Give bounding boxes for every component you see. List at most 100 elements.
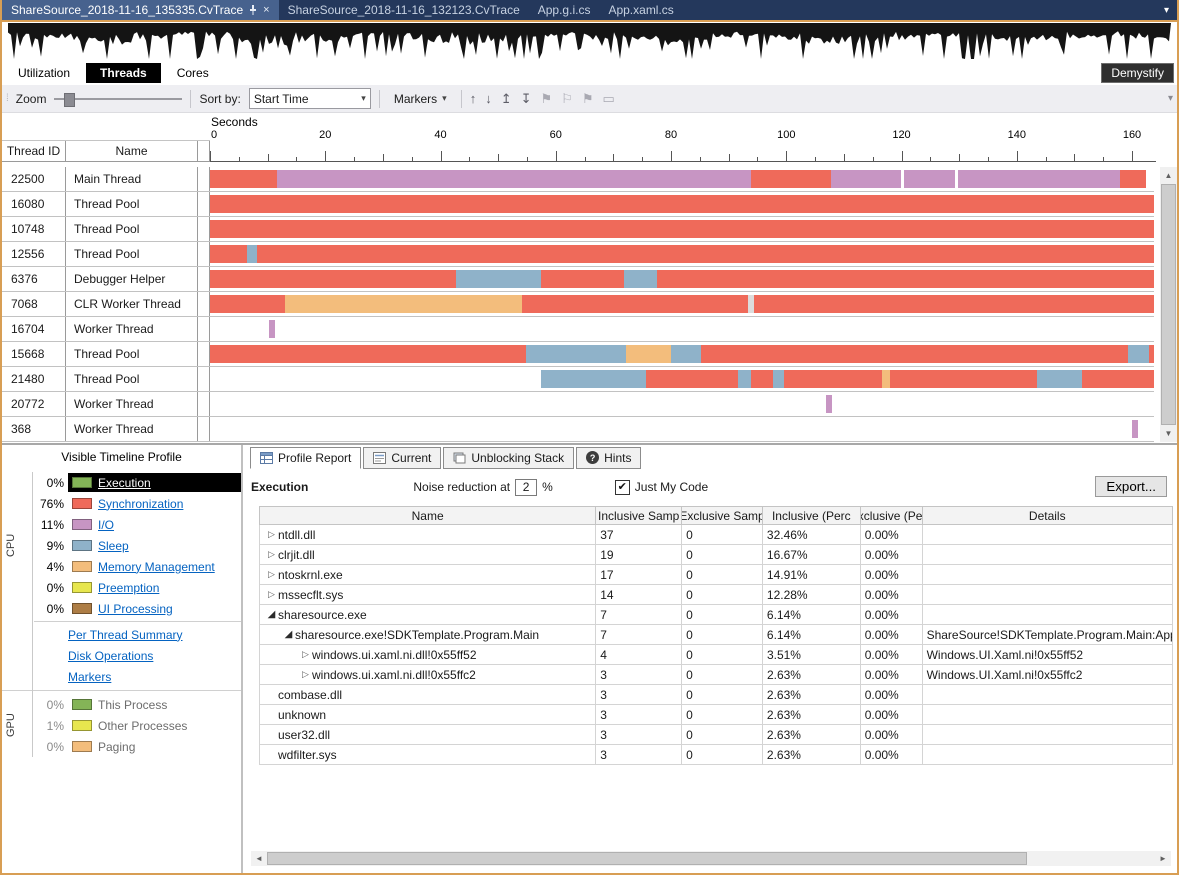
- legend-row-preemption[interactable]: 0%Preemption: [2, 577, 241, 598]
- legend-label[interactable]: Memory Management: [98, 560, 215, 574]
- legend-label[interactable]: I/O: [98, 518, 114, 532]
- noise-reduction-input[interactable]: 2: [515, 479, 537, 496]
- grid-column-header[interactable]: Details: [923, 507, 1172, 524]
- thread-id-cell[interactable]: 10748: [2, 217, 66, 241]
- markers-dropdown[interactable]: Markers ▾: [388, 90, 453, 108]
- sort-by-select[interactable]: Start Time ▾: [249, 88, 371, 109]
- horizontal-scrollbar-thumb[interactable]: [267, 852, 1027, 865]
- grid-row[interactable]: ◢sharesource.exe706.14%0.00%: [259, 605, 1173, 625]
- legend-row-synchronization[interactable]: 76%Synchronization: [2, 493, 241, 514]
- flag-end-icon[interactable]: ⚐: [561, 91, 573, 107]
- vertical-scrollbar-thumb[interactable]: [1161, 184, 1176, 425]
- ruler-icon[interactable]: ▭: [602, 91, 614, 107]
- thread-id-cell[interactable]: 21480: [2, 367, 66, 391]
- collapse-icon[interactable]: ◢: [282, 629, 295, 640]
- move-to-top-icon[interactable]: ↥: [501, 91, 512, 107]
- view-tab-cores[interactable]: Cores: [163, 63, 223, 83]
- legend-row-ui-processing[interactable]: 0%UI Processing: [2, 598, 241, 619]
- thread-track[interactable]: [210, 192, 1154, 216]
- legend-label[interactable]: Execution: [98, 476, 151, 490]
- timeline-segment-sleep[interactable]: [671, 345, 701, 363]
- timeline-segment-sleep[interactable]: [526, 345, 626, 363]
- thread-id-column-header[interactable]: Thread ID: [2, 141, 66, 161]
- grid-row[interactable]: ▷windows.ui.xaml.ni.dll!0x55ff52403.51%0…: [259, 645, 1173, 665]
- link-label[interactable]: Disk Operations: [68, 649, 153, 663]
- thread-track[interactable]: [210, 292, 1154, 316]
- legend-row-main[interactable]: Preemption: [68, 578, 241, 597]
- timeline-segment-sleep[interactable]: [1037, 370, 1082, 388]
- thread-name-cell[interactable]: Thread Pool: [66, 367, 198, 391]
- grid-horizontal-scrollbar[interactable]: ◄ ►: [251, 851, 1171, 866]
- thread-id-cell[interactable]: 22500: [2, 167, 66, 191]
- timeline-segment-io[interactable]: [904, 170, 955, 188]
- grid-name-cell[interactable]: wdfilter.sys: [260, 745, 596, 764]
- grid-name-cell[interactable]: ◢sharesource.exe: [260, 605, 596, 624]
- timeline-segment-synchronization[interactable]: [522, 295, 749, 313]
- thread-name-cell[interactable]: Worker Thread: [66, 417, 198, 441]
- legend-row-execution[interactable]: 0%Execution: [2, 472, 241, 493]
- legend-row-main[interactable]: Execution: [68, 473, 241, 492]
- timeline-segment-synchronization[interactable]: [751, 370, 773, 388]
- thread-name-cell[interactable]: Thread Pool: [66, 192, 198, 216]
- timeline-segment-memory[interactable]: [285, 295, 522, 313]
- move-up-icon[interactable]: ↑: [470, 91, 477, 106]
- move-to-bottom-icon[interactable]: ↧: [521, 91, 532, 107]
- thread-id-cell[interactable]: 16080: [2, 192, 66, 216]
- timeline-segment-synchronization[interactable]: [1149, 345, 1154, 363]
- legend-label[interactable]: Preemption: [98, 581, 159, 595]
- timeline-segment-sleep[interactable]: [624, 270, 656, 288]
- report-tab-hints[interactable]: ?Hints: [576, 447, 641, 469]
- expand-icon[interactable]: ▷: [265, 569, 278, 580]
- timeline-segment-synchronization[interactable]: [754, 295, 1154, 313]
- zoom-slider[interactable]: [54, 92, 182, 106]
- legend-row-i-o[interactable]: 11%I/O: [2, 514, 241, 535]
- thread-track[interactable]: [210, 267, 1154, 291]
- thread-id-cell[interactable]: 16704: [2, 317, 66, 341]
- grid-column-header[interactable]: Inclusive (Perc: [763, 507, 861, 524]
- timeline-segment-memory[interactable]: [882, 370, 890, 388]
- link-per-thread-summary[interactable]: Per Thread Summary: [2, 624, 241, 645]
- grid-row[interactable]: ▷ntdll.dll37032.46%0.00%: [259, 525, 1173, 545]
- zoom-slider-thumb[interactable]: [64, 93, 75, 107]
- timeline-segment-synchronization[interactable]: [646, 370, 738, 388]
- timeline-segment-memory[interactable]: [626, 345, 670, 363]
- thread-name-cell[interactable]: CLR Worker Thread: [66, 292, 198, 316]
- link-markers[interactable]: Markers: [2, 666, 241, 687]
- timeline-segment-synchronization[interactable]: [210, 170, 277, 188]
- timeline-segment-sleep[interactable]: [247, 245, 257, 263]
- thread-track[interactable]: [210, 167, 1154, 191]
- timeline-segment-io[interactable]: [831, 170, 901, 188]
- grid-row[interactable]: ▷mssecflt.sys14012.28%0.00%: [259, 585, 1173, 605]
- collapse-icon[interactable]: ◢: [265, 609, 278, 620]
- move-down-icon[interactable]: ↓: [485, 91, 492, 106]
- report-tab-profile-report[interactable]: Profile Report: [250, 447, 361, 469]
- grid-name-cell[interactable]: ▷ntoskrnl.exe: [260, 565, 596, 584]
- thread-id-cell[interactable]: 15668: [2, 342, 66, 366]
- thread-id-cell[interactable]: 7068: [2, 292, 66, 316]
- expand-icon[interactable]: ▷: [265, 589, 278, 600]
- expand-icon[interactable]: ▷: [265, 549, 278, 560]
- legend-row-main[interactable]: Memory Management: [68, 557, 241, 576]
- timeline-segment-synchronization[interactable]: [657, 270, 1154, 288]
- timeline-segment-synchronization[interactable]: [210, 245, 247, 263]
- timeline-segment-io[interactable]: [1132, 420, 1138, 438]
- scroll-right-icon[interactable]: ►: [1155, 851, 1171, 866]
- document-tab[interactable]: App.xaml.cs: [599, 0, 682, 20]
- grid-column-header[interactable]: Inclusive Samp: [596, 507, 682, 524]
- timeline-segment-synchronization[interactable]: [210, 270, 456, 288]
- timeline-segment-synchronization[interactable]: [784, 370, 882, 388]
- timeline-segment-synchronization[interactable]: [210, 195, 1154, 213]
- link-label[interactable]: Per Thread Summary: [68, 628, 183, 642]
- timeline-segment-sleep[interactable]: [773, 370, 784, 388]
- timeline-segment-synchronization[interactable]: [1120, 170, 1146, 188]
- thread-name-cell[interactable]: Main Thread: [66, 167, 198, 191]
- thread-name-column-header[interactable]: Name: [66, 141, 198, 161]
- thread-track[interactable]: [210, 392, 1154, 416]
- flag-start-icon[interactable]: ⚑: [541, 91, 553, 107]
- thread-track[interactable]: [210, 217, 1154, 241]
- timeline-segment-sleep[interactable]: [1128, 345, 1150, 363]
- thread-track[interactable]: [210, 317, 1154, 341]
- grid-name-cell[interactable]: ▷windows.ui.xaml.ni.dll!0x55ffc2: [260, 665, 596, 684]
- grid-row[interactable]: ▷ntoskrnl.exe17014.91%0.00%: [259, 565, 1173, 585]
- close-icon[interactable]: ×: [263, 5, 269, 16]
